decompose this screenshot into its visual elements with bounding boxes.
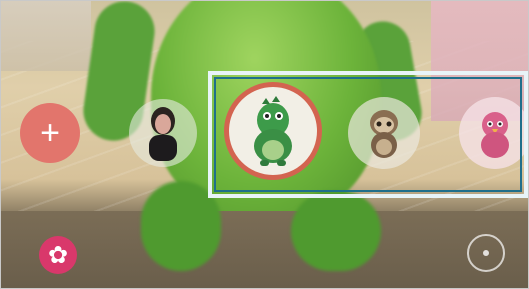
left-wall [1,1,91,71]
highlight-box [208,71,528,198]
add-sticker-button[interactable]: + [20,103,80,163]
effects-button[interactable]: ✿ [39,236,77,274]
switch-camera-button[interactable] [467,234,505,272]
camera-viewfinder: + ✿ [0,0,529,289]
plus-icon: + [40,113,60,152]
dino-leg-right [291,191,381,271]
bottom-band [1,211,528,288]
switch-camera-icon [483,250,489,256]
sticker-person[interactable] [129,99,197,167]
person-avatar-icon [149,107,177,161]
flower-icon: ✿ [47,241,69,269]
